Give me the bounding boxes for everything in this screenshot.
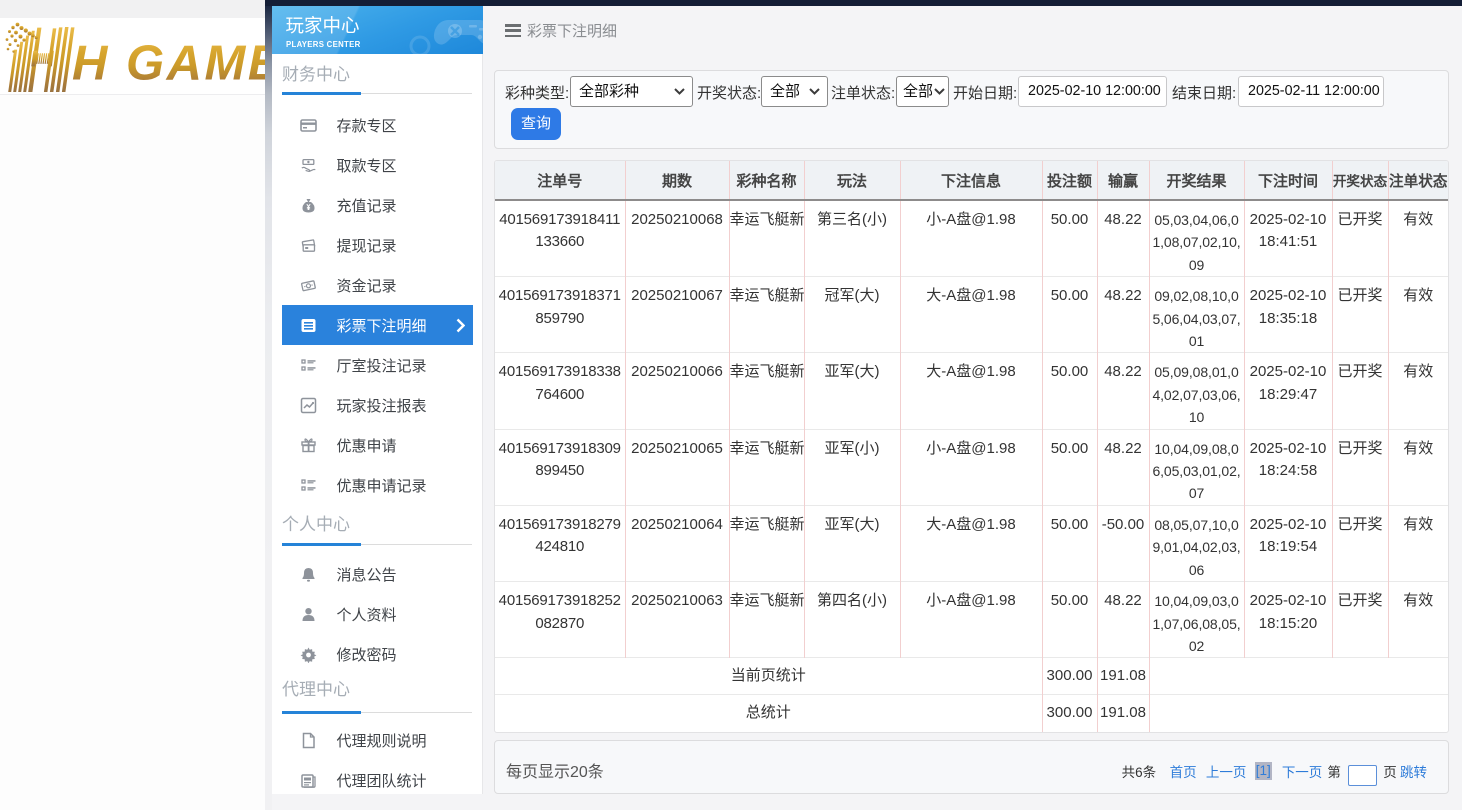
svg-text:H GAME: H GAME — [72, 37, 265, 91]
